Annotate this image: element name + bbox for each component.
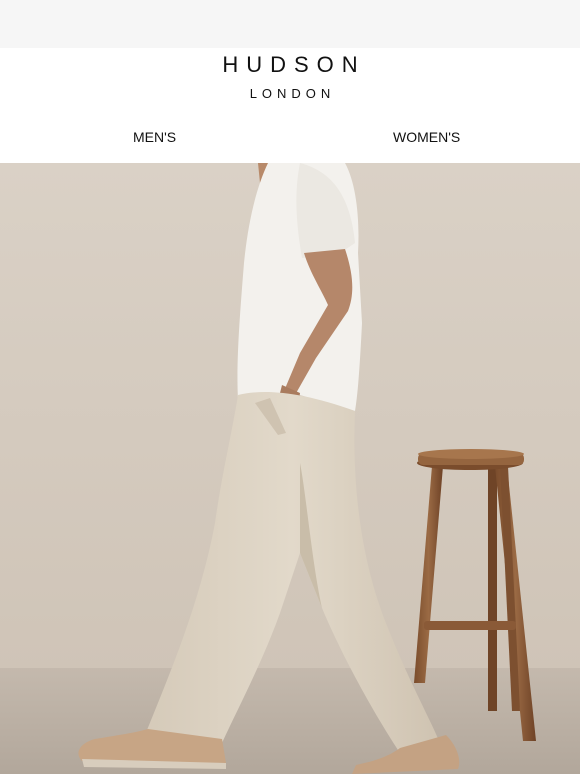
brand-logo-sub[interactable]: LONDON bbox=[0, 86, 580, 101]
brand-logo-name[interactable]: HUDSON bbox=[0, 52, 580, 78]
nav-womens-link[interactable]: WOMEN'S bbox=[393, 129, 460, 145]
nav-mens-link[interactable]: MEN'S bbox=[133, 129, 176, 145]
hero-image[interactable] bbox=[0, 163, 580, 774]
top-strip bbox=[0, 0, 580, 48]
